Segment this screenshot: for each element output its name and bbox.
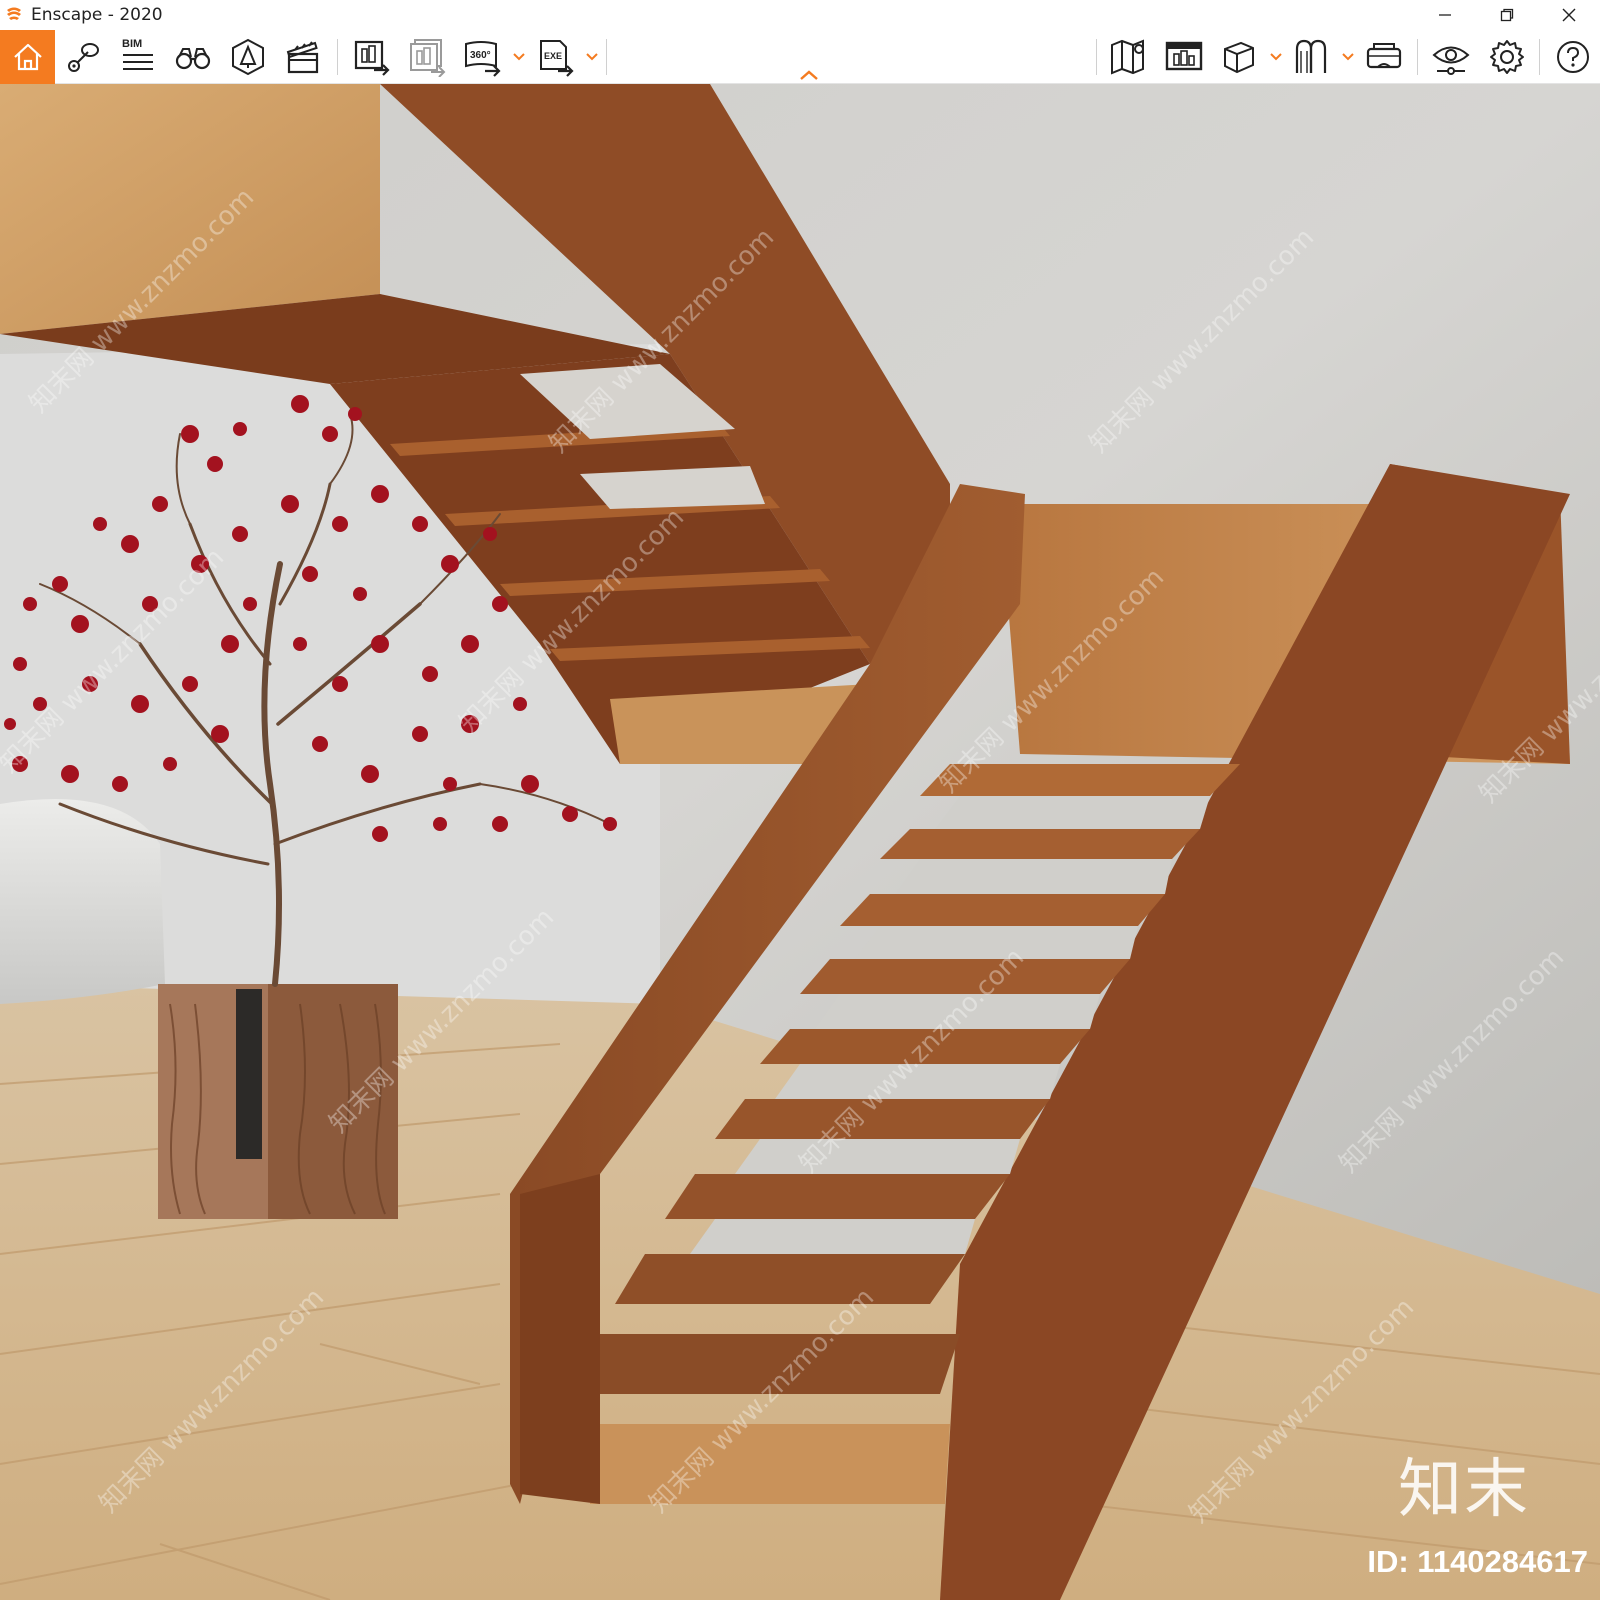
material-editor-button[interactable]: [1290, 36, 1334, 78]
asset-library-icon: [232, 38, 264, 76]
vr-headset-icon: [1366, 43, 1402, 69]
scene-render: 知末网 www.znzmo.com 知末网 www.znzmo.com 知末网 …: [0, 84, 1600, 1600]
batch-render-icon: [410, 39, 446, 77]
render-screenshot-button[interactable]: [350, 36, 394, 78]
export-exe-button[interactable]: EXE: [534, 36, 578, 78]
visual-settings-button[interactable]: [1429, 36, 1473, 78]
binoculars-icon: [175, 48, 211, 70]
svg-text:360°: 360°: [470, 50, 491, 61]
chevron-down-icon: [586, 53, 598, 61]
toolbar-separator: [1417, 39, 1418, 75]
export-360-icon: 360°: [465, 41, 501, 77]
enscape-logo-icon: [5, 5, 25, 25]
batch-render-button[interactable]: [405, 36, 449, 78]
cube-dropdown[interactable]: [1269, 50, 1283, 64]
export-360-dropdown[interactable]: [512, 50, 526, 64]
gear-icon: [1490, 40, 1524, 74]
location-pin-icon: [68, 43, 99, 72]
minimize-button[interactable]: [1414, 0, 1476, 30]
chevron-down-icon: [513, 53, 525, 61]
toolbar-separator: [1539, 39, 1540, 75]
title-bar: Enscape - 2020: [0, 0, 1600, 30]
views-icon: [1165, 41, 1203, 71]
svg-text:EXE: EXE: [544, 51, 562, 61]
window-title: Enscape - 2020: [31, 5, 163, 25]
upper-landing-front: [0, 84, 380, 334]
home-button[interactable]: [0, 30, 55, 84]
help-button[interactable]: [1552, 36, 1594, 78]
material-editor-dropdown[interactable]: [1341, 50, 1355, 64]
export-360-button[interactable]: 360°: [461, 36, 505, 78]
material-editor-icon: [1295, 39, 1327, 73]
map-view-button[interactable]: [1107, 36, 1151, 78]
home-icon: [13, 43, 42, 71]
render-viewport[interactable]: 知末网 www.znzmo.com 知末网 www.znzmo.com 知末网 …: [0, 84, 1600, 1600]
toolbar-separator: [337, 39, 338, 75]
toolbar-separator: [606, 39, 607, 75]
planter-pebbles: [236, 989, 262, 1159]
toolbar-separator: [1096, 39, 1097, 75]
chevron-up-icon: [800, 70, 818, 80]
lower-stair-left-stringer-end: [520, 1174, 600, 1504]
location-pin-button[interactable]: [61, 36, 105, 78]
sofa: [0, 799, 165, 1004]
close-button[interactable]: [1538, 0, 1600, 30]
video-editor-icon: [286, 41, 319, 74]
render-screenshot-icon: [354, 40, 390, 76]
bim-info-button[interactable]: BIM: [115, 36, 159, 78]
watermark-logo: 知末: [1398, 1453, 1530, 1527]
cube-icon: [1224, 41, 1254, 74]
enscape-toolbar: BIM 360° EXE: [0, 30, 1600, 84]
visual-settings-icon: [1432, 46, 1470, 75]
restore-button[interactable]: [1476, 0, 1538, 30]
cube-button[interactable]: [1217, 36, 1261, 78]
bim-info-icon: BIM: [122, 38, 153, 70]
help-icon: [1557, 41, 1589, 73]
chevron-down-icon: [1342, 53, 1354, 61]
export-exe-dropdown[interactable]: [585, 50, 599, 64]
settings-button[interactable]: [1485, 36, 1529, 78]
chevron-down-icon: [1270, 53, 1282, 61]
export-exe-icon: EXE: [540, 40, 574, 77]
binoculars-button[interactable]: [171, 36, 215, 78]
video-editor-button[interactable]: [281, 36, 325, 78]
views-button[interactable]: [1162, 36, 1206, 78]
vr-headset-button[interactable]: [1362, 36, 1406, 78]
asset-library-button[interactable]: [226, 36, 270, 78]
watermark-id: ID: 1140284617: [1367, 1544, 1588, 1579]
map-view-icon: [1111, 39, 1144, 75]
svg-text:BIM: BIM: [122, 38, 142, 50]
